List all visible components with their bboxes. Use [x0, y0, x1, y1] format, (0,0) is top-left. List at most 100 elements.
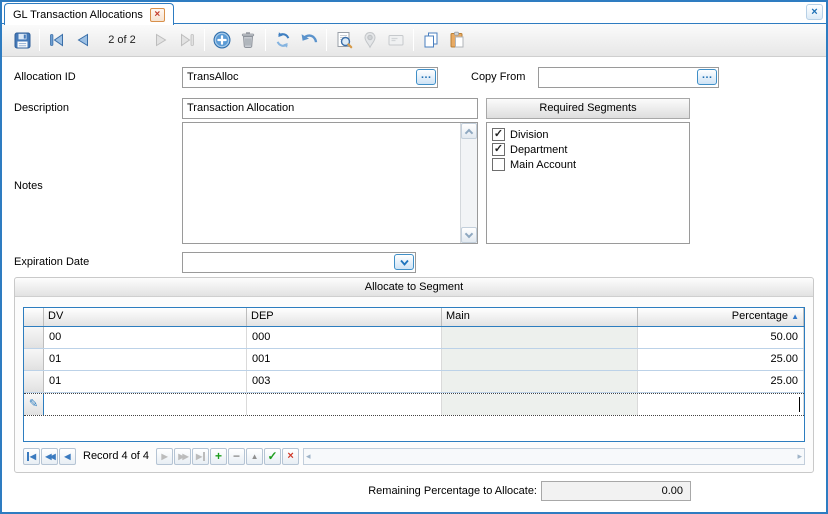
last-record-button[interactable]: [174, 27, 200, 53]
notes-field[interactable]: [182, 122, 478, 244]
save-icon: [14, 32, 30, 48]
cell-percentage-new[interactable]: [638, 394, 804, 415]
table-row[interactable]: 00 000 50.00: [24, 327, 804, 349]
paste-button[interactable]: [444, 27, 470, 53]
window-close-button[interactable]: ×: [806, 4, 823, 20]
edit-row-icon: ▲: [250, 451, 259, 461]
add-record-icon: [213, 31, 231, 49]
nav-prev-icon: ◀: [64, 451, 71, 461]
row-selector[interactable]: [24, 371, 44, 392]
scroll-right-icon[interactable]: ▸: [797, 451, 802, 462]
nav-next-page-icon: ▶▶: [178, 451, 188, 461]
paste-icon: [450, 31, 464, 48]
expiration-date-field[interactable]: [182, 252, 416, 273]
segment-checkbox-row[interactable]: ✓ Division: [489, 127, 687, 142]
tab-close-icon[interactable]: ×: [149, 7, 165, 22]
segment-checkbox-row[interactable]: Main Account: [489, 157, 687, 172]
department-label: Department: [510, 143, 568, 156]
row-selector[interactable]: [24, 349, 44, 370]
cell-percentage[interactable]: 25.00: [638, 371, 804, 392]
nav-add-row-button[interactable]: +: [210, 447, 228, 465]
first-record-icon: [50, 33, 63, 47]
allocation-id-field[interactable]: TransAlloc …: [182, 67, 438, 88]
save-button[interactable]: [9, 27, 35, 53]
division-label: Division: [510, 128, 549, 141]
add-row-icon: +: [215, 449, 223, 463]
cell-dep[interactable]: 000: [247, 327, 442, 348]
cell-main: [442, 327, 638, 348]
expiration-date-dropdown-button[interactable]: [394, 254, 414, 270]
add-record-button[interactable]: [209, 27, 235, 53]
cell-main: [442, 349, 638, 370]
preview-button[interactable]: [331, 27, 357, 53]
scroll-up-icon[interactable]: [461, 123, 477, 139]
tab-gl-transaction-allocations[interactable]: GL Transaction Allocations ×: [4, 3, 174, 25]
column-header-dep[interactable]: DEP: [247, 308, 442, 326]
undo-button[interactable]: [296, 27, 322, 53]
cell-dv[interactable]: 01: [44, 349, 247, 370]
copy-button[interactable]: [418, 27, 444, 53]
new-row-editing[interactable]: ✎: [24, 393, 804, 416]
description-field[interactable]: Transaction Allocation: [182, 98, 478, 119]
nav-prev-button[interactable]: ◀: [59, 447, 76, 465]
segment-checkbox-row[interactable]: ✓ Department: [489, 142, 687, 157]
nav-delete-row-button[interactable]: −: [228, 447, 246, 465]
cell-dv[interactable]: 01: [44, 371, 247, 392]
cell-dv[interactable]: 00: [44, 327, 247, 348]
delete-record-button[interactable]: [235, 27, 261, 53]
nav-last-button[interactable]: ▶: [192, 447, 210, 465]
allocate-to-segment-title: Allocate to Segment: [15, 278, 813, 297]
cell-percentage[interactable]: 50.00: [638, 327, 804, 348]
sort-ascending-icon: ▲: [791, 312, 799, 321]
previous-record-button[interactable]: [70, 27, 96, 53]
table-row[interactable]: 01 003 25.00: [24, 371, 804, 393]
nav-next-button[interactable]: ▶: [156, 447, 174, 465]
nav-cancel-edit-button[interactable]: ×: [282, 447, 300, 465]
nav-post-edit-button[interactable]: ✓: [264, 447, 282, 465]
nav-first-button[interactable]: ◀: [23, 447, 40, 465]
cell-main: [442, 371, 638, 392]
division-checkbox[interactable]: ✓: [492, 128, 505, 141]
notes-scrollbar[interactable]: [460, 123, 477, 243]
allocation-grid: DV DEP Main Percentage ▲ 00 000 50.00 01…: [23, 307, 805, 442]
column-header-dv[interactable]: DV: [44, 308, 247, 326]
next-record-button[interactable]: [148, 27, 174, 53]
scroll-left-icon[interactable]: ◂: [306, 451, 311, 462]
first-record-button[interactable]: [44, 27, 70, 53]
row-selector[interactable]: [24, 327, 44, 348]
required-segments-header: Required Segments: [486, 98, 690, 119]
allocation-id-lookup-button[interactable]: …: [416, 69, 436, 85]
scroll-down-icon[interactable]: [461, 227, 477, 243]
attachment-button[interactable]: [357, 27, 383, 53]
column-header-percentage[interactable]: Percentage ▲: [638, 308, 804, 326]
gl-transaction-allocations-window: GL Transaction Allocations × × 2 of 2 Al…: [0, 0, 828, 514]
cell-dv-new[interactable]: [44, 394, 247, 415]
record-position: 2 of 2: [108, 34, 136, 46]
nav-edit-row-button[interactable]: ▲: [246, 447, 264, 465]
grid-horizontal-scrollbar[interactable]: ◂ ▸: [303, 447, 805, 465]
cell-dep[interactable]: 003: [247, 371, 442, 392]
table-row[interactable]: 01 001 25.00: [24, 349, 804, 371]
refresh-button[interactable]: [270, 27, 296, 53]
row-selector-header: [24, 308, 44, 326]
main-account-checkbox[interactable]: [492, 158, 505, 171]
remaining-percentage-label: Remaining Percentage to Allocate:: [368, 485, 537, 497]
required-segments-list: ✓ Division ✓ Department Main Account: [486, 122, 690, 244]
nav-prev-page-button[interactable]: ◀◀: [41, 447, 58, 465]
nav-next-page-button[interactable]: ▶▶: [174, 447, 192, 465]
copy-from-field[interactable]: …: [538, 67, 719, 88]
copy-from-lookup-button[interactable]: …: [697, 69, 717, 85]
delete-record-icon: [241, 32, 255, 48]
next-record-icon: [156, 33, 167, 47]
main-account-label: Main Account: [510, 158, 577, 171]
cell-dep[interactable]: 001: [247, 349, 442, 370]
toolbar-separator: [265, 29, 266, 51]
notes-label: Notes: [14, 180, 43, 192]
cell-percentage[interactable]: 25.00: [638, 349, 804, 370]
text-caret: [799, 397, 800, 412]
department-checkbox[interactable]: ✓: [492, 143, 505, 156]
tab-strip: GL Transaction Allocations × ×: [2, 2, 826, 25]
email-button[interactable]: [383, 27, 409, 53]
column-header-main[interactable]: Main: [442, 308, 638, 326]
cell-dep-new[interactable]: [247, 394, 442, 415]
